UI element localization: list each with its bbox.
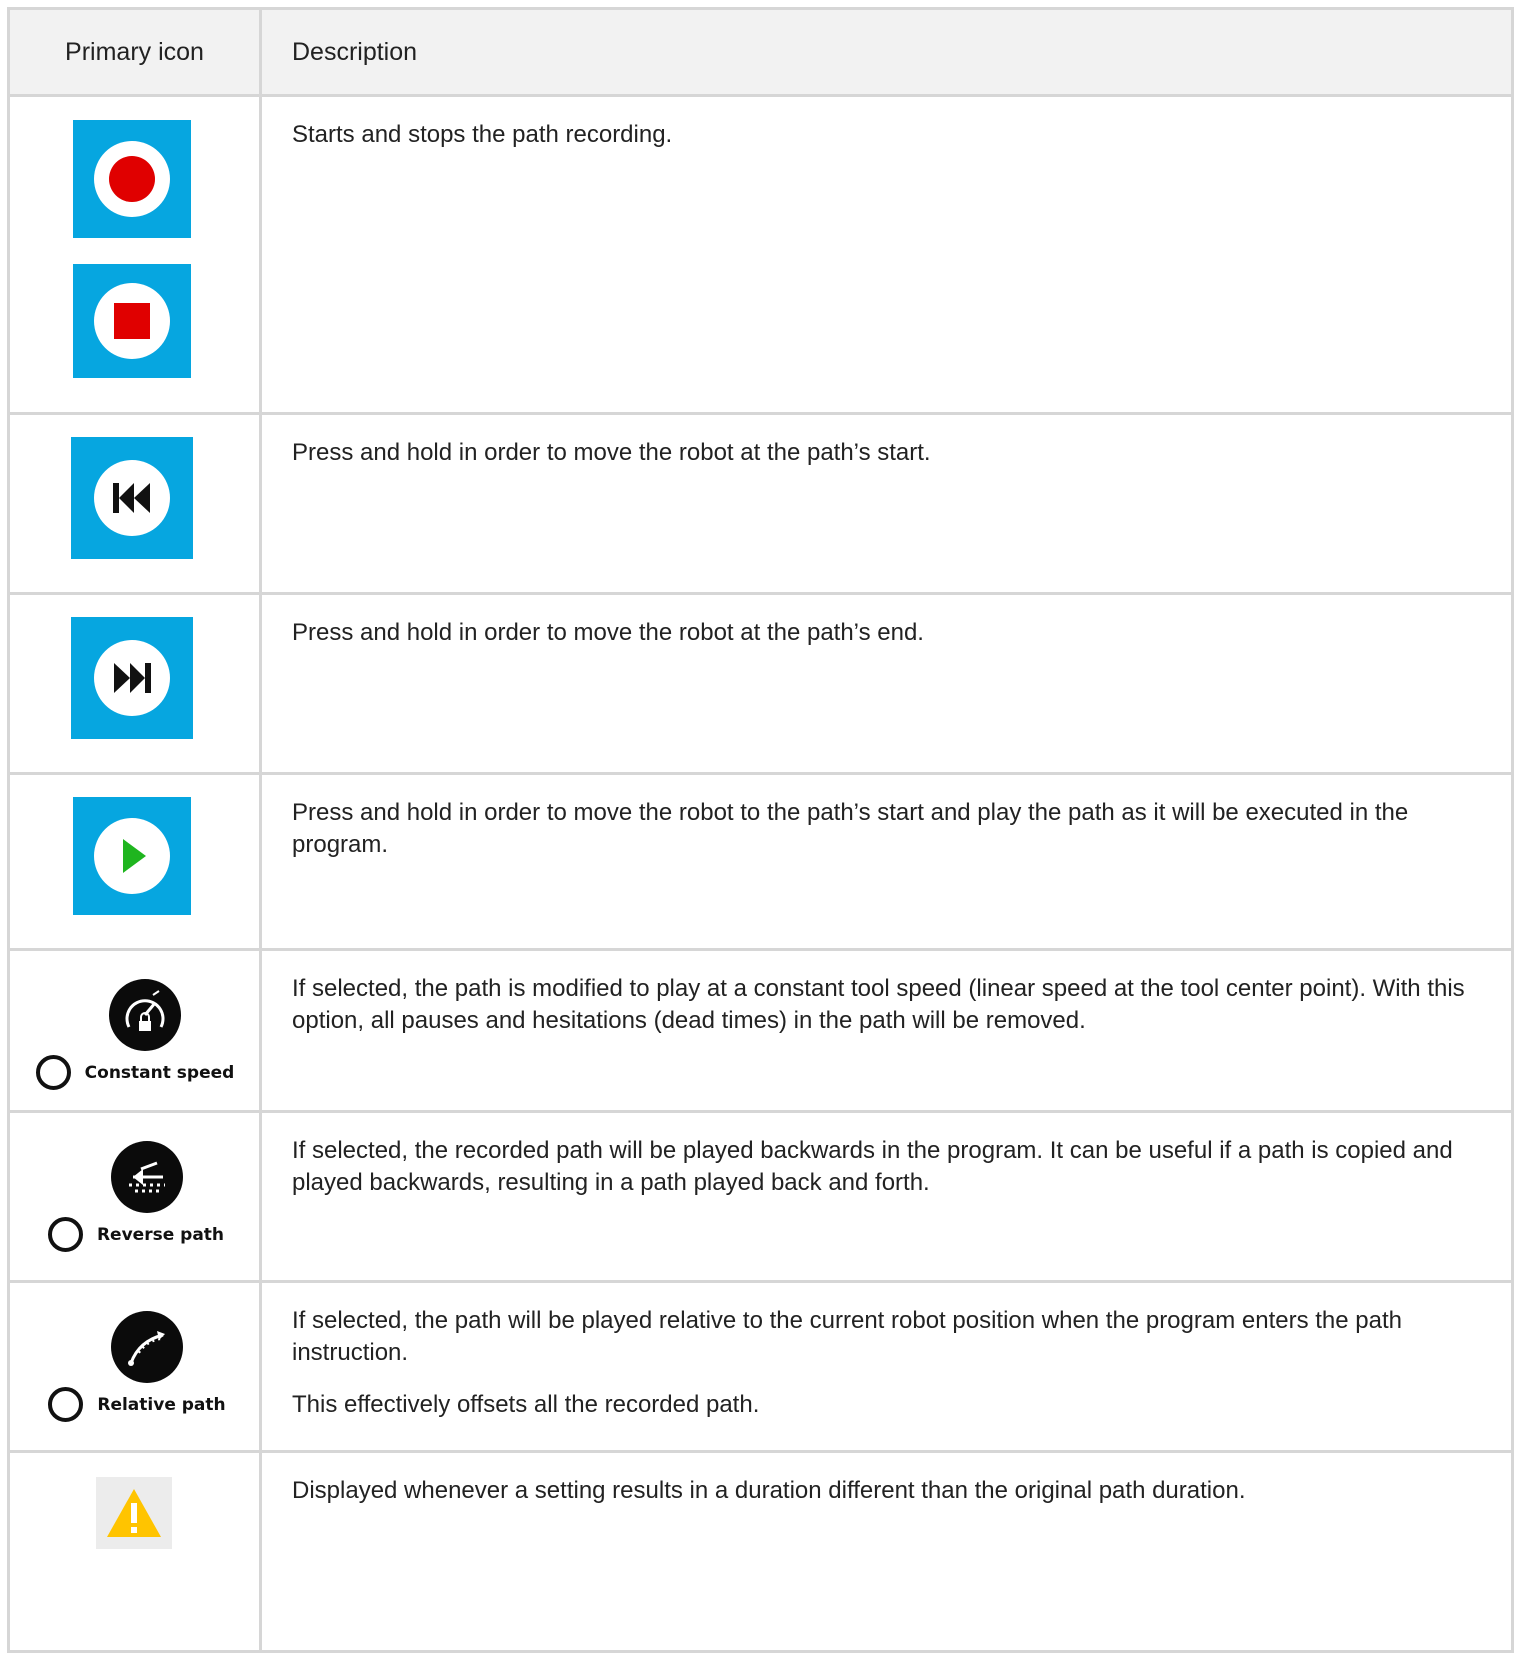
- reverse-path-radio: [47, 1217, 83, 1252]
- constant-speed-option: Constant speed: [35, 979, 235, 1090]
- description-text: Press and hold in order to move the robo…: [292, 439, 931, 466]
- description-text: Press and hold in order to move the robo…: [292, 619, 924, 646]
- table-row: Displayed whenever a setting results in …: [7, 1450, 1514, 1653]
- relative-path-option: Relative path: [43, 1311, 231, 1422]
- relative-path-icon: [111, 1311, 183, 1383]
- description-text: Starts and stops the path recording.: [292, 121, 673, 148]
- constant-speed-radio: [35, 1055, 71, 1090]
- icon-cell: Relative path: [7, 1280, 262, 1453]
- table-row: Starts and stops the path recording.: [7, 94, 1514, 415]
- reverse-path-label: Reverse path: [96, 1224, 225, 1245]
- play-button: [73, 797, 191, 915]
- icon-cell: [7, 1450, 262, 1653]
- icon-cell: [7, 412, 262, 595]
- table-row: Press and hold in order to move the robo…: [7, 592, 1514, 775]
- icon-cell: Reverse path: [7, 1110, 262, 1283]
- description-text: Displayed whenever a setting results in …: [292, 1477, 1246, 1504]
- description-cell: Displayed whenever a setting results in …: [259, 1450, 1514, 1653]
- warning-icon: [107, 1489, 161, 1537]
- record-icon: [109, 156, 155, 202]
- header-description: Description: [259, 7, 1514, 97]
- table-row: Press and hold in order to move the robo…: [7, 772, 1514, 951]
- constant-speed-label: Constant speed: [84, 1062, 235, 1083]
- relative-path-label: Relative path: [97, 1394, 226, 1415]
- table-header-row: Primary icon Description: [7, 7, 1514, 97]
- speedometer-icon: [109, 979, 181, 1051]
- description-text: If selected, the path is modified to pla…: [292, 975, 1465, 1034]
- description-cell: If selected, the recorded path will be p…: [259, 1110, 1514, 1283]
- table-row: Press and hold in order to move the robo…: [7, 412, 1514, 595]
- description-cell: If selected, the path is modified to pla…: [259, 948, 1514, 1113]
- description-text: Press and hold in order to move the robo…: [292, 799, 1409, 858]
- stop-icon: [114, 303, 150, 339]
- icon-cell: Constant speed: [7, 948, 262, 1113]
- description-text: This effectively offsets all the recorde…: [292, 1391, 760, 1418]
- description-cell: Starts and stops the path recording.: [259, 94, 1514, 415]
- header-primary-icon: Primary icon: [7, 7, 262, 97]
- play-icon: [123, 839, 146, 873]
- description-text: If selected, the path will be played rel…: [292, 1307, 1402, 1366]
- reverse-path-option: Reverse path: [41, 1141, 231, 1252]
- record-button: [73, 120, 191, 238]
- table-row: Relative path If selected, the path will…: [7, 1280, 1514, 1453]
- table-row: Constant speed If selected, the path is …: [7, 948, 1514, 1113]
- stop-button: [73, 264, 191, 378]
- primary-icon-table: Primary icon Description Starts and stop…: [7, 7, 1514, 1653]
- icon-cell: [7, 94, 262, 415]
- icon-cell: [7, 592, 262, 775]
- skip-to-start-icon: [113, 483, 150, 513]
- skip-to-end-icon: [114, 663, 151, 693]
- description-text: If selected, the recorded path will be p…: [292, 1137, 1453, 1196]
- reverse-path-icon: [111, 1141, 183, 1213]
- skip-to-end-button: [71, 617, 193, 739]
- icon-cell: [7, 772, 262, 951]
- description-cell: Press and hold in order to move the robo…: [259, 412, 1514, 595]
- skip-to-start-button: [71, 437, 193, 559]
- relative-path-radio: [48, 1387, 84, 1422]
- description-cell: If selected, the path will be played rel…: [259, 1280, 1514, 1453]
- warning-badge: [96, 1477, 172, 1549]
- table-row: Reverse path If selected, the recorded p…: [7, 1110, 1514, 1283]
- description-cell: Press and hold in order to move the robo…: [259, 772, 1514, 951]
- description-cell: Press and hold in order to move the robo…: [259, 592, 1514, 775]
